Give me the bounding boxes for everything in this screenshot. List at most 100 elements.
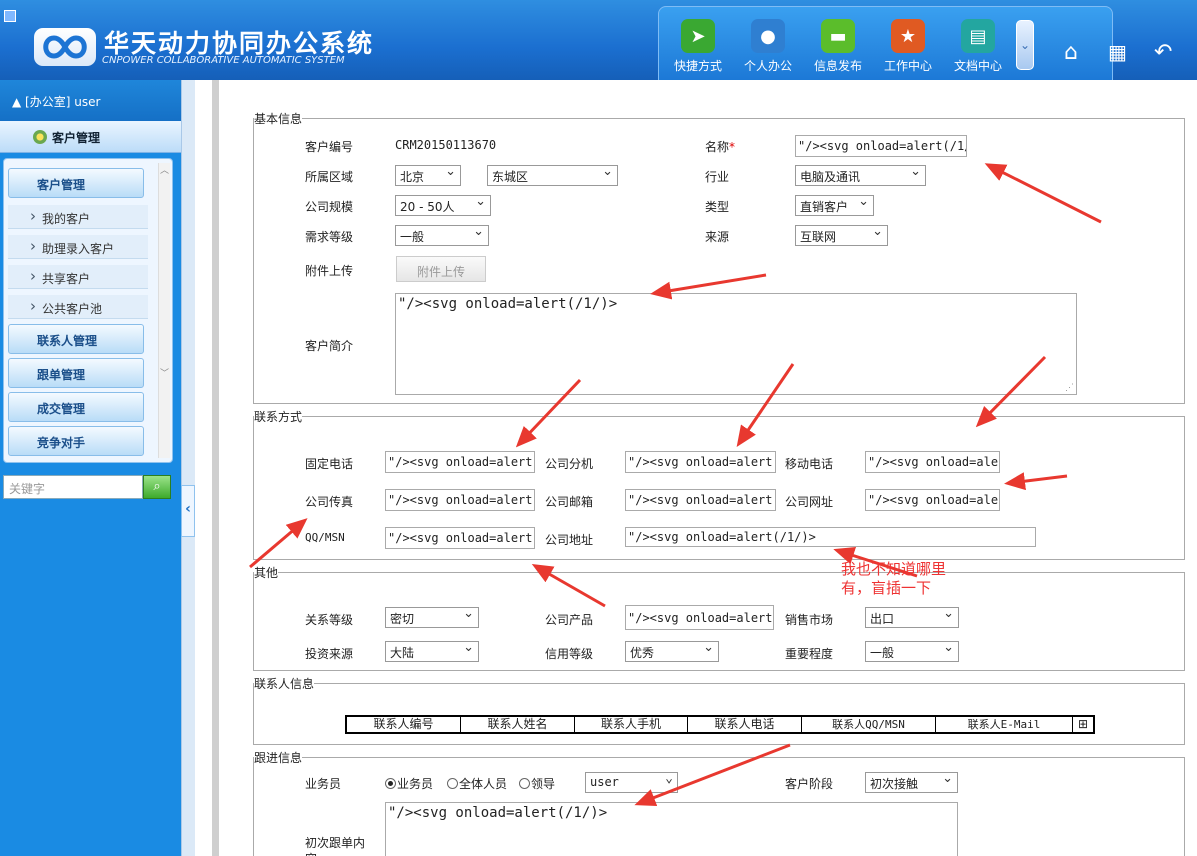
importance-select[interactable]: 一般	[865, 641, 959, 662]
phone-input[interactable]: "/><svg onload=alert(/1/)>	[385, 451, 535, 473]
menu-item-shared-customers[interactable]: 共享客户	[8, 265, 148, 289]
industry-label: 行业	[705, 170, 730, 184]
radio-staff[interactable]: 业务员	[385, 775, 433, 792]
menu-group-contacts[interactable]: 联系人管理	[8, 324, 144, 354]
fax-input[interactable]: "/><svg onload=alert(/1/)>	[385, 489, 535, 511]
mobile-label: 移动电话	[785, 457, 834, 471]
menu-item-my-customers[interactable]: 我的客户	[8, 205, 148, 229]
radio-all[interactable]: 全体人员	[447, 775, 507, 792]
menu-group-competitors[interactable]: 竞争对手	[8, 426, 144, 456]
credit-select[interactable]: 优秀	[625, 641, 719, 662]
attach-upload-button[interactable]: 附件上传	[396, 256, 486, 282]
radio-leader[interactable]: 领导	[519, 775, 555, 792]
nav-work[interactable]: ★ 工作中心	[873, 19, 943, 74]
stage-select[interactable]: 初次接触	[865, 772, 958, 793]
side-menu: 客户管理 我的客户 助理录入客户 共享客户 公共客户池 联系人管理 跟单管理 成…	[3, 158, 173, 463]
type-select[interactable]: 直销客户	[795, 195, 874, 216]
user-name: [办公室] user	[25, 95, 101, 109]
region-district-select[interactable]: 东城区	[487, 165, 618, 186]
column-header: 联系人编号	[347, 717, 461, 732]
market-select[interactable]: 出口	[865, 607, 959, 628]
nav-more-button[interactable]: ⌄	[1016, 20, 1034, 70]
nav-label: 信息发布	[813, 59, 862, 73]
column-header: 联系人QQ/MSN	[802, 717, 936, 732]
document-icon: ▤	[961, 19, 995, 53]
menu-item-public-pool[interactable]: 公共客户池	[8, 295, 148, 319]
menu-item-assistant-entry[interactable]: 助理录入客户	[8, 235, 148, 259]
back-icon[interactable]: ↶	[1154, 40, 1172, 65]
radio-checked-icon	[385, 778, 396, 789]
mobile-input[interactable]: "/><svg onload=alert(/1/)>	[865, 451, 1000, 473]
radio-empty-icon	[519, 778, 530, 789]
nav-info[interactable]: ▬ 信息发布	[803, 19, 873, 74]
home-icon[interactable]: ⌂	[1064, 40, 1078, 65]
intro-label: 客户简介	[305, 339, 354, 353]
menu-group-deals[interactable]: 成交管理	[8, 392, 144, 422]
nav-shortcut[interactable]: ➤ 快捷方式	[663, 19, 733, 74]
column-header: 联系人电话	[688, 717, 802, 732]
name-label: 名称*	[705, 140, 736, 154]
qq-input[interactable]: "/><svg onload=alert(/1/)>	[385, 527, 535, 549]
column-header: 联系人手机	[575, 717, 688, 732]
source-select[interactable]: 互联网	[795, 225, 888, 246]
website-label: 公司网址	[785, 495, 834, 509]
grid-icon[interactable]: ▦	[1108, 40, 1127, 64]
stage-label: 客户阶段	[785, 777, 834, 791]
product-input[interactable]: "/><svg onload=alert(/1/)>	[625, 605, 774, 630]
staff-select[interactable]: user	[585, 772, 678, 793]
resize-grip-icon[interactable]: ⋰	[1065, 383, 1074, 393]
email-label: 公司邮箱	[545, 495, 594, 509]
window-icon	[4, 10, 16, 22]
source-label: 来源	[705, 230, 730, 244]
address-input[interactable]: "/><svg onload=alert(/1/)>	[625, 527, 1036, 547]
first-followup-label: 初次跟单内容	[305, 836, 366, 856]
module-label: 客户管理	[52, 131, 101, 145]
person-icon: ●	[751, 19, 785, 53]
type-label: 类型	[705, 200, 730, 214]
section-legend: 跟进信息	[254, 751, 303, 765]
relation-label: 关系等级	[305, 613, 354, 627]
search-icon[interactable]: ⌕	[143, 475, 171, 499]
nav-docs[interactable]: ▤ 文档中心	[943, 19, 1013, 74]
industry-select[interactable]: 电脑及通讯	[795, 165, 926, 186]
relation-select[interactable]: 密切	[385, 607, 479, 628]
email-input[interactable]: "/><svg onload=alert(/1/)>	[625, 489, 776, 511]
invest-select[interactable]: 大陆	[385, 641, 479, 662]
module-title: 客户管理	[0, 121, 181, 153]
first-followup-textarea[interactable]: "/><svg onload=alert(/1/)>	[385, 802, 958, 856]
website-input[interactable]: "/><svg onload=alert(/1/)>	[865, 489, 1000, 511]
search-input[interactable]: 关键字	[3, 475, 143, 499]
region-label: 所属区域	[305, 170, 354, 184]
phone-label: 固定电话	[305, 457, 354, 471]
nav-personal[interactable]: ● 个人办公	[733, 19, 803, 74]
scale-select[interactable]: 20 - 50人	[395, 195, 491, 216]
logo	[34, 28, 96, 66]
gutter	[195, 80, 212, 856]
staff-label: 业务员	[305, 777, 342, 791]
nav-label: 个人办公	[743, 59, 792, 73]
region-city-select[interactable]: 北京	[395, 165, 461, 186]
ext-label: 公司分机	[545, 457, 594, 471]
customer-form: 基本信息 客户编号 CRM20150113670 名称* "/><svg onl…	[219, 80, 1197, 856]
name-input[interactable]: "/><svg onload=alert(/1/)	[795, 135, 967, 157]
collapse-sidebar-button[interactable]: ‹	[181, 485, 195, 537]
top-header: 华天动力协同办公系统 CNPOWER COLLABORATIVE AUTOMAT…	[0, 0, 1197, 82]
column-header: 联系人E-Mail	[936, 717, 1073, 732]
add-contact-icon[interactable]: ⊞	[1073, 717, 1093, 732]
menu-scrollbar[interactable]: ︿ ﹀	[158, 163, 170, 458]
demand-select[interactable]: 一般	[395, 225, 489, 246]
ext-input[interactable]: "/><svg onload=alert(/1/)>	[625, 451, 776, 473]
intro-textarea[interactable]: "/><svg onload=alert(/1/)> ⋰	[395, 293, 1077, 395]
app-window: 华天动力协同办公系统 CNPOWER COLLABORATIVE AUTOMAT…	[0, 0, 1197, 856]
speech-bubble-icon: ▬	[821, 19, 855, 53]
menu-group-followup[interactable]: 跟单管理	[8, 358, 144, 388]
content-border	[212, 80, 219, 856]
section-legend: 其他	[254, 566, 279, 580]
attach-label: 附件上传	[305, 264, 354, 278]
code-value: CRM20150113670	[395, 138, 497, 152]
product-label: 公司产品	[545, 613, 594, 627]
menu-group-customer[interactable]: 客户管理	[8, 168, 144, 198]
credit-label: 信用等级	[545, 647, 594, 661]
section-legend: 联系方式	[254, 410, 303, 424]
contacts-table-header: 联系人编号 联系人姓名 联系人手机 联系人电话 联系人QQ/MSN 联系人E-M…	[345, 715, 1095, 734]
